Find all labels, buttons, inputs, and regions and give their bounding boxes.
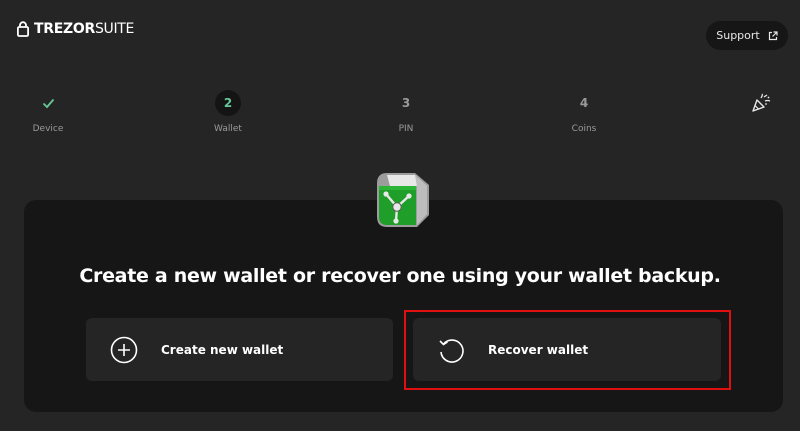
support-label: Support xyxy=(716,29,760,42)
logo-product: SUITE xyxy=(94,21,135,37)
create-new-wallet-label: Create new wallet xyxy=(161,342,284,357)
recover-wallet-label: Recover wallet xyxy=(488,342,589,357)
step-pin: 3 PIN xyxy=(366,90,446,134)
create-new-wallet-button[interactable]: Create new wallet xyxy=(86,318,393,381)
recover-arrow-icon xyxy=(439,338,464,363)
step-completed-marker xyxy=(35,90,61,116)
recover-wallet-button[interactable]: Recover wallet xyxy=(413,318,721,381)
step-label-coins: Coins xyxy=(571,124,597,134)
step-label-pin: PIN xyxy=(398,124,414,134)
page-headline: Create a new wallet or recover one using… xyxy=(79,265,721,287)
recovery-device-illustration xyxy=(377,173,429,227)
lock-logo-icon xyxy=(17,21,29,37)
step-device: Device xyxy=(8,90,88,134)
step-label-device: Device xyxy=(32,124,64,134)
step-marker-pin: 3 xyxy=(401,96,411,110)
checkmark-icon xyxy=(42,98,54,108)
step-wallet: 2 Wallet xyxy=(188,90,268,134)
logo-brand: TREZOR xyxy=(34,21,95,37)
step-coins: 4 Coins xyxy=(544,90,624,134)
trezor-suite-logo: TREZORSUITE xyxy=(17,21,134,37)
step-marker-wallet: 2 xyxy=(215,90,241,116)
support-button[interactable]: Support xyxy=(706,21,788,50)
step-marker-coins: 4 xyxy=(579,96,589,110)
plus-circle-icon xyxy=(110,336,138,363)
party-popper-icon xyxy=(752,93,771,112)
step-label-wallet: Wallet xyxy=(214,124,242,134)
external-link-icon xyxy=(768,30,778,40)
